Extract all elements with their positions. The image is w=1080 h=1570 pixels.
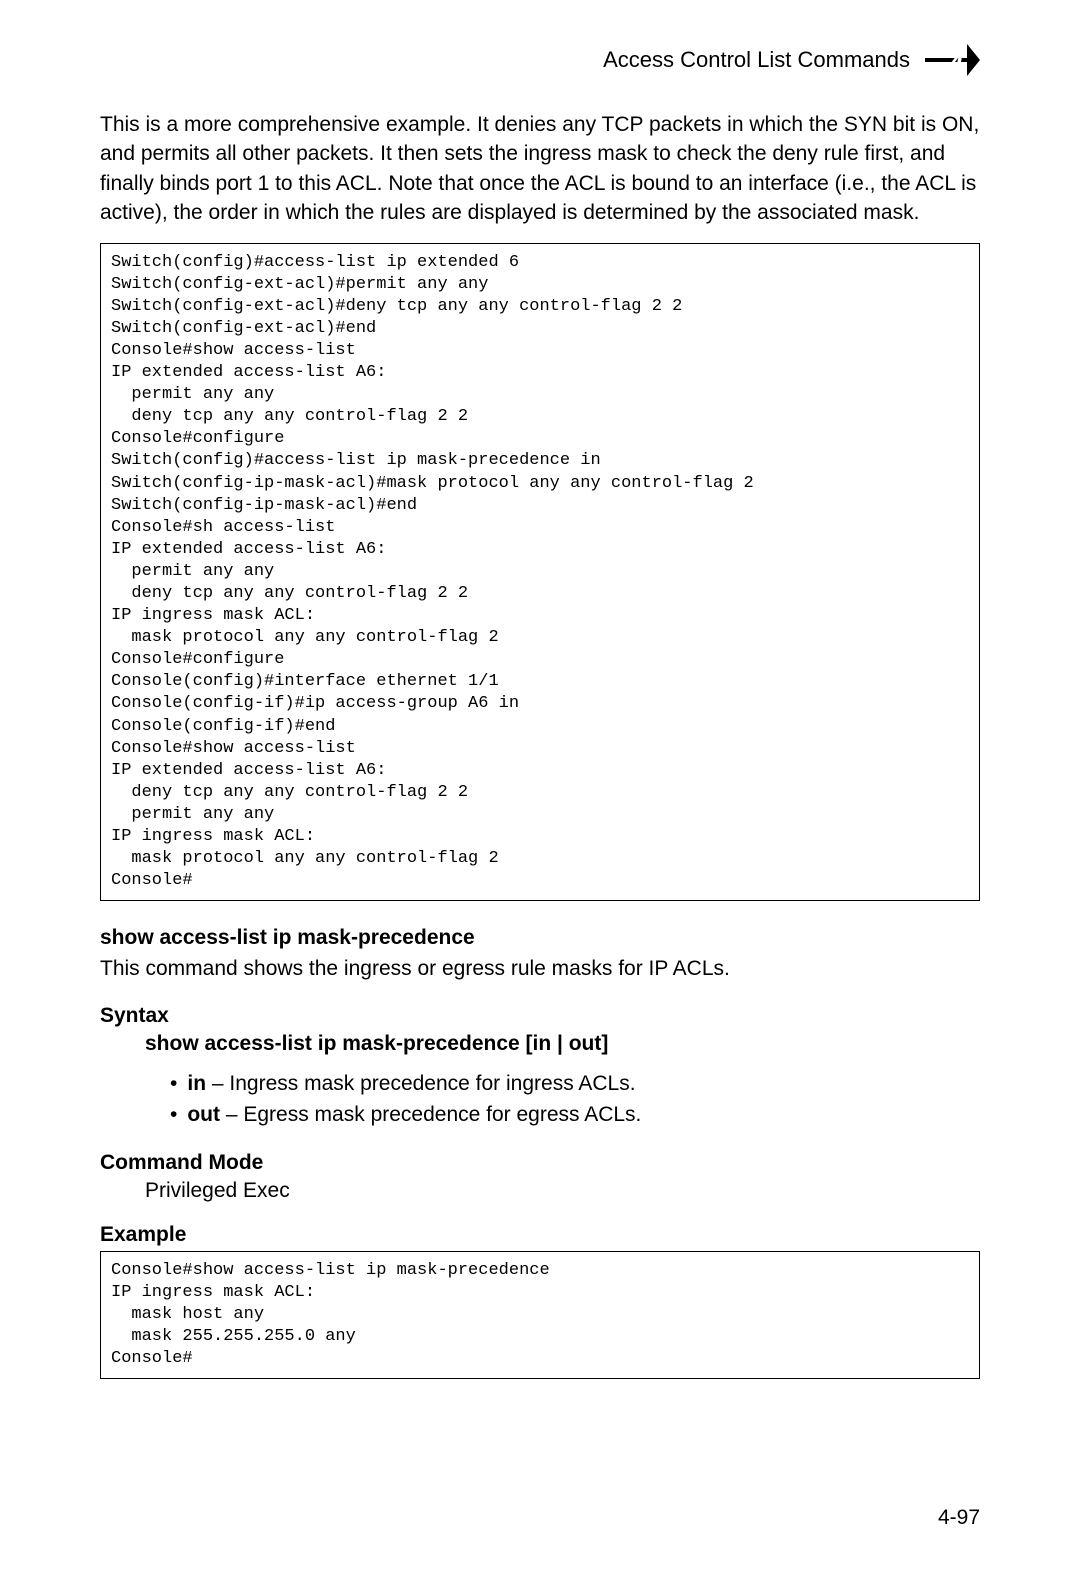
example-heading: Example [100, 1223, 980, 1247]
bullet-desc: – Ingress mask precedence for ingress AC… [206, 1072, 636, 1095]
bullet-mark: • [170, 1099, 177, 1131]
bullet-key: in [187, 1072, 206, 1095]
syntax-bullets: • in – Ingress mask precedence for ingre… [170, 1068, 980, 1131]
syntax-line: show access-list ip mask-precedence [in … [145, 1032, 980, 1056]
bullet-key: out [187, 1103, 220, 1126]
chapter-icon: 4 [925, 40, 980, 80]
svg-text:4: 4 [947, 49, 963, 79]
bullet-item: • in – Ingress mask precedence for ingre… [170, 1068, 980, 1100]
command-mode-text: Privileged Exec [145, 1179, 980, 1203]
intro-paragraph: This is a more comprehensive example. It… [100, 110, 980, 228]
command-name: show access-list ip mask-precedence [100, 926, 980, 950]
bullet-item: • out – Egress mask precedence for egres… [170, 1099, 980, 1131]
command-mode-heading: Command Mode [100, 1151, 980, 1175]
bullet-mark: • [170, 1068, 177, 1100]
code-block-2: Console#show access-list ip mask-precede… [100, 1251, 980, 1379]
syntax-heading: Syntax [100, 1004, 980, 1028]
bullet-desc: – Egress mask precedence for egress ACLs… [220, 1103, 641, 1126]
command-description: This command shows the ingress or egress… [100, 954, 980, 983]
code-block-1: Switch(config)#access-list ip extended 6… [100, 243, 980, 902]
page-number: 4-97 [938, 1506, 980, 1530]
page-header: Access Control List Commands 4 [100, 40, 980, 80]
header-title: Access Control List Commands [603, 47, 910, 73]
